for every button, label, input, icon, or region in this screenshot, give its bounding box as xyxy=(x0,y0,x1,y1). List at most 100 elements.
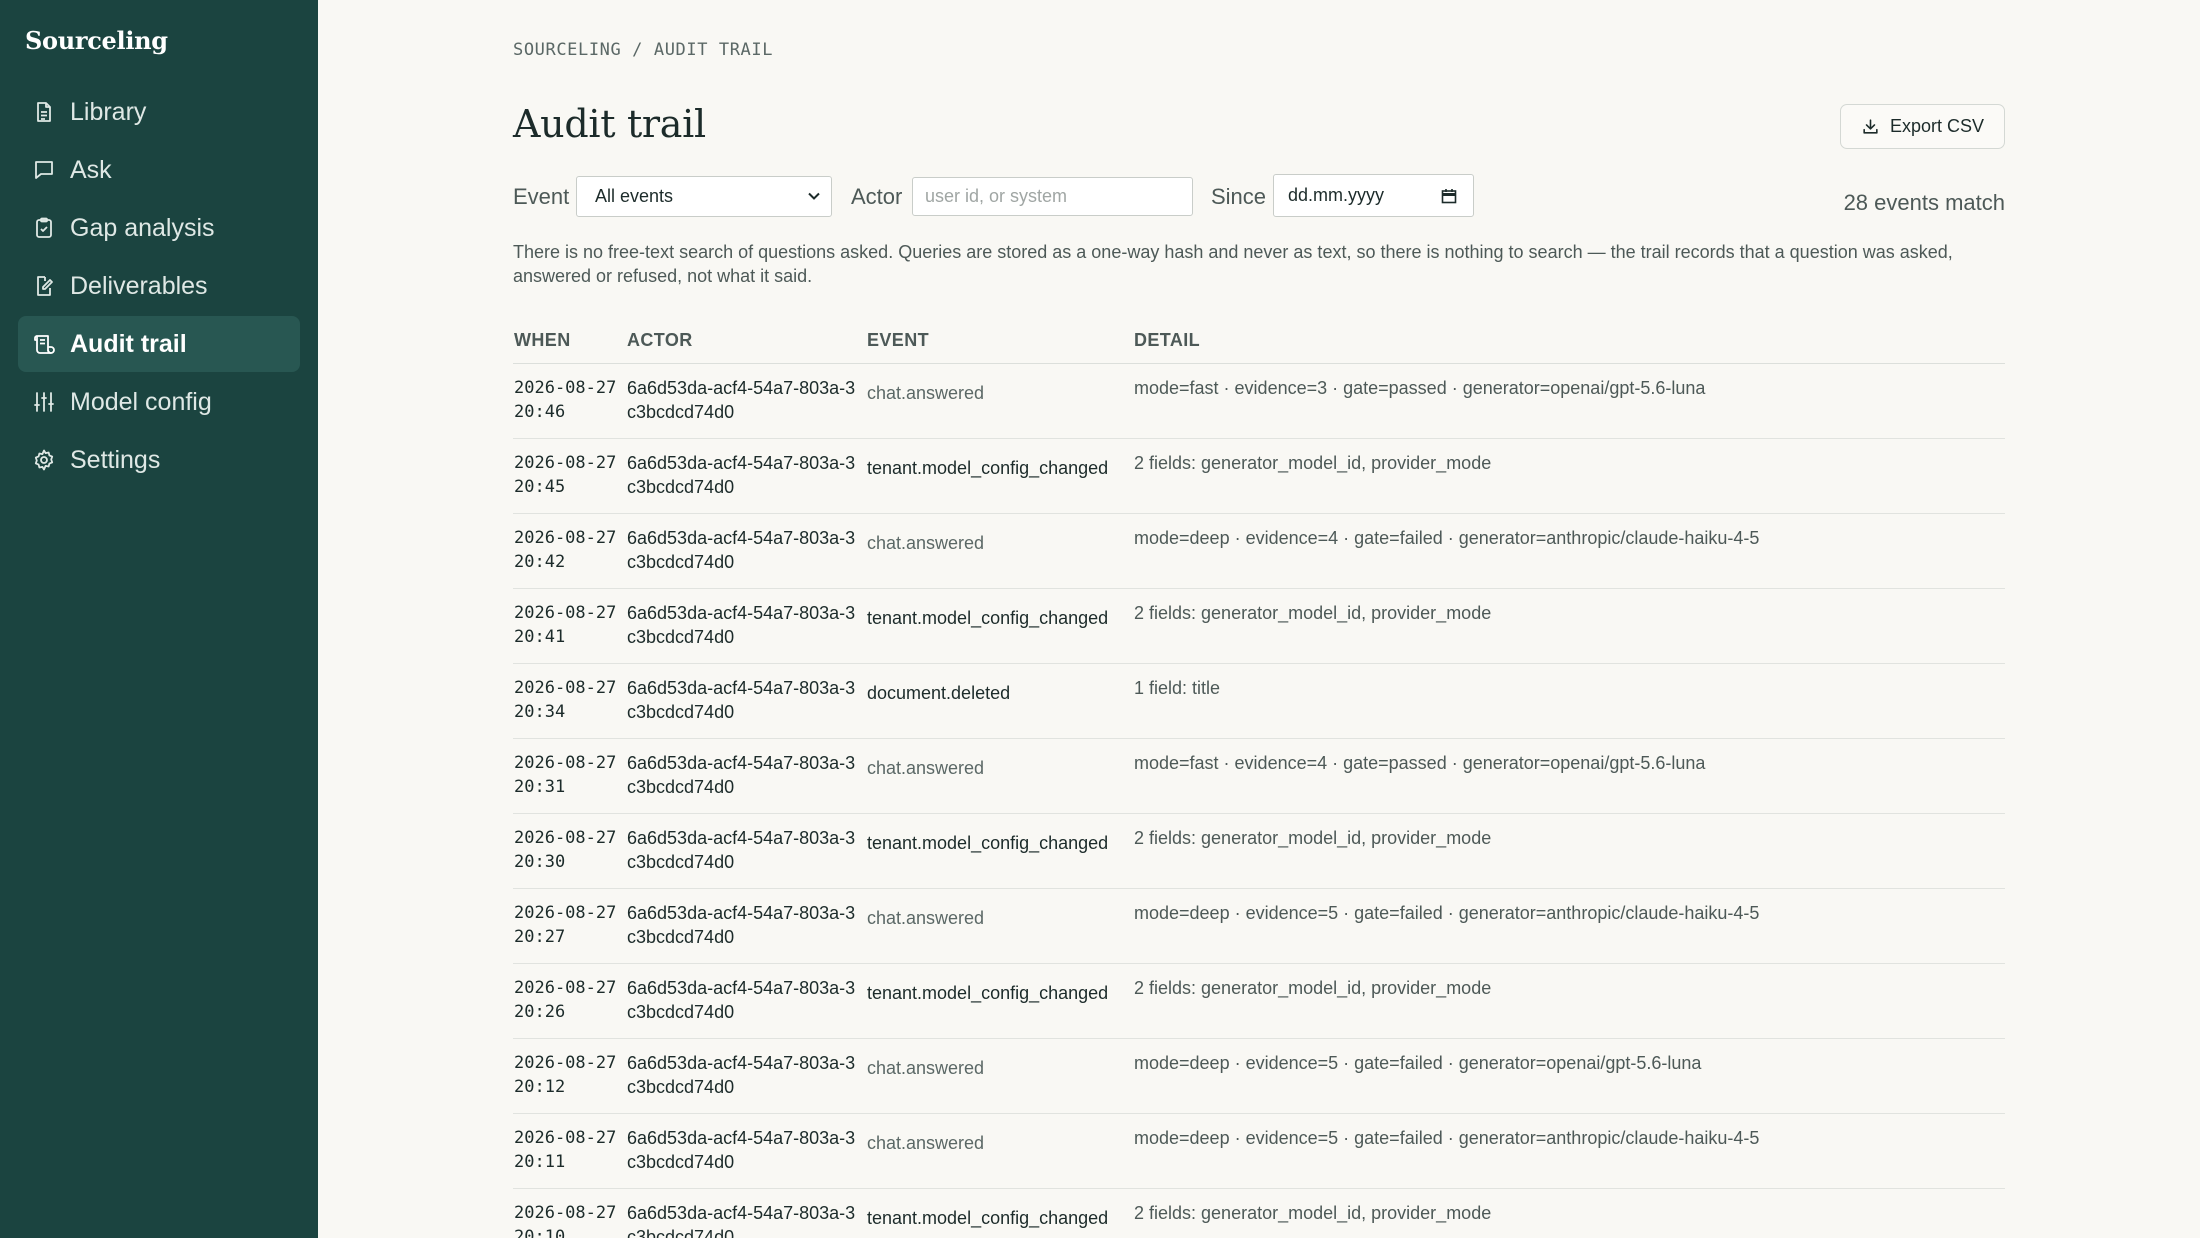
row-event: tenant.model_config_changed xyxy=(867,458,1109,478)
event-filter-label: Event xyxy=(513,184,570,209)
row-actor: 6a6d53da-acf4-54a7-803a-3c3bcdcd74d0 xyxy=(627,753,856,797)
table-row[interactable]: 2026-08-27 20:34 6a6d53da-acf4-54a7-803a-… xyxy=(513,664,2005,739)
row-detail: 2 fields: generator_model_id, provider_m… xyxy=(1134,828,1492,848)
download-icon xyxy=(1863,119,1878,134)
table-row[interactable]: 2026-08-27 20:27 6a6d53da-acf4-54a7-803a-… xyxy=(513,889,2005,964)
export-csv-button[interactable]: Export CSV xyxy=(1840,104,2005,149)
row-event: chat.answered xyxy=(867,1058,985,1078)
column-header-actor: ACTOR xyxy=(627,330,693,350)
row-detail: 2 fields: generator_model_id, provider_m… xyxy=(1134,603,1492,623)
since-date-value: dd.mm.yyyy xyxy=(1288,185,1385,205)
column-header-when: WHEN xyxy=(514,330,571,350)
match-count: 28 events match xyxy=(1843,190,2005,215)
row-actor: 6a6d53da-acf4-54a7-803a-3c3bcdcd74d0 xyxy=(627,978,856,1022)
row-when: 2026-08-27 20:10 xyxy=(514,1203,617,1238)
row-when: 2026-08-27 20:34 xyxy=(514,678,617,722)
page-title: Audit trail xyxy=(513,102,706,146)
table-row[interactable]: 2026-08-27 20:46 6a6d53da-acf4-54a7-803a-… xyxy=(513,364,2005,439)
sidebar-item-gap-analysis[interactable]: Gap analysis xyxy=(18,200,300,256)
row-when: 2026-08-27 20:31 xyxy=(514,753,617,797)
actor-filter-label: Actor xyxy=(851,184,903,209)
sidebar-item-deliverables[interactable]: Deliverables xyxy=(18,258,300,314)
row-actor: 6a6d53da-acf4-54a7-803a-3c3bcdcd74d0 xyxy=(627,378,856,422)
brand-logo[interactable]: Sourceling xyxy=(25,26,168,55)
sidebar-item-settings[interactable]: Settings xyxy=(18,432,300,488)
table-row[interactable]: 2026-08-27 20:26 6a6d53da-acf4-54a7-803a-… xyxy=(513,964,2005,1039)
event-filter-select[interactable]: All events xyxy=(576,176,832,217)
table-header: WHEN ACTOR EVENT DETAIL xyxy=(513,322,2005,364)
scroll-icon xyxy=(34,335,55,354)
table-row[interactable]: 2026-08-27 20:41 6a6d53da-acf4-54a7-803a-… xyxy=(513,589,2005,664)
sidebar-item-library[interactable]: Library xyxy=(18,84,300,140)
sidebar-nav: Library Ask Gap analysis Deliverables Au… xyxy=(18,84,300,490)
sidebar-item-label: Library xyxy=(70,97,147,126)
row-when: 2026-08-27 20:42 xyxy=(514,528,617,572)
sidebar-item-label: Audit trail xyxy=(70,329,187,358)
row-event: chat.answered xyxy=(867,533,985,553)
row-detail: 2 fields: generator_model_id, provider_m… xyxy=(1134,1203,1492,1223)
row-event: tenant.model_config_changed xyxy=(867,608,1109,628)
row-when: 2026-08-27 20:12 xyxy=(514,1053,617,1097)
sidebar: Sourceling Library Ask Gap analysis Deli… xyxy=(0,0,318,1238)
column-header-detail: DETAIL xyxy=(1134,330,1201,350)
actor-filter-input[interactable] xyxy=(912,177,1193,216)
sidebar-item-ask[interactable]: Ask xyxy=(18,142,300,198)
event-filter-value: All events xyxy=(595,186,674,206)
calendar-icon[interactable] xyxy=(1441,188,1457,204)
row-actor: 6a6d53da-acf4-54a7-803a-3c3bcdcd74d0 xyxy=(627,1053,856,1097)
sidebar-item-model-config[interactable]: Model config xyxy=(18,374,300,430)
row-detail: 2 fields: generator_model_id, provider_m… xyxy=(1134,453,1492,473)
since-date-input[interactable]: dd.mm.yyyy xyxy=(1273,174,1474,217)
sidebar-item-label: Deliverables xyxy=(70,271,208,300)
row-event: tenant.model_config_changed xyxy=(867,983,1109,1003)
table-row[interactable]: 2026-08-27 20:30 6a6d53da-acf4-54a7-803a-… xyxy=(513,814,2005,889)
row-detail: mode=deep · evidence=4 · gate=failed · g… xyxy=(1134,528,1760,548)
row-when: 2026-08-27 20:45 xyxy=(514,453,617,497)
row-actor: 6a6d53da-acf4-54a7-803a-3c3bcdcd74d0 xyxy=(627,1203,856,1238)
row-when: 2026-08-27 20:46 xyxy=(514,378,617,422)
row-when: 2026-08-27 20:30 xyxy=(514,828,617,872)
row-actor: 6a6d53da-acf4-54a7-803a-3c3bcdcd74d0 xyxy=(627,678,856,722)
filter-bar: Event All events Actor Since dd.mm.yyyy … xyxy=(513,174,2005,218)
row-actor: 6a6d53da-acf4-54a7-803a-3c3bcdcd74d0 xyxy=(627,828,856,872)
row-when: 2026-08-27 20:41 xyxy=(514,603,617,647)
sidebar-item-label: Gap analysis xyxy=(70,213,215,242)
breadcrumb[interactable]: SOURCELING / AUDIT TRAIL xyxy=(513,40,773,60)
document-edit-icon xyxy=(37,276,53,296)
table-row[interactable]: 2026-08-27 20:12 6a6d53da-acf4-54a7-803a-… xyxy=(513,1039,2005,1114)
row-event: tenant.model_config_changed xyxy=(867,1208,1109,1228)
table-row[interactable]: 2026-08-27 20:31 6a6d53da-acf4-54a7-803a-… xyxy=(513,739,2005,814)
chevron-down-icon xyxy=(808,192,820,200)
row-event: chat.answered xyxy=(867,1133,985,1153)
sidebar-item-label: Settings xyxy=(70,445,161,474)
row-event: tenant.model_config_changed xyxy=(867,833,1109,853)
clipboard-check-icon xyxy=(36,217,52,238)
row-actor: 6a6d53da-acf4-54a7-803a-3c3bcdcd74d0 xyxy=(627,903,856,947)
row-detail: mode=fast · evidence=4 · gate=passed · g… xyxy=(1134,753,1706,773)
search-notice: There is no free-text search of question… xyxy=(513,242,1953,286)
row-detail: mode=fast · evidence=3 · gate=passed · g… xyxy=(1134,378,1706,398)
row-event: chat.answered xyxy=(867,908,985,928)
gear-icon xyxy=(34,449,54,471)
sidebar-item-audit-trail[interactable]: Audit trail xyxy=(18,316,300,372)
row-when: 2026-08-27 20:26 xyxy=(514,978,617,1022)
row-detail: mode=deep · evidence=5 · gate=failed · g… xyxy=(1134,1128,1760,1148)
since-filter-label: Since xyxy=(1211,184,1267,209)
table-row[interactable]: 2026-08-27 20:45 6a6d53da-acf4-54a7-803a-… xyxy=(513,439,2005,514)
sidebar-item-label: Ask xyxy=(70,155,112,184)
table-row[interactable]: 2026-08-27 20:10 6a6d53da-acf4-54a7-803a-… xyxy=(513,1189,2005,1238)
chat-bubble-icon xyxy=(35,161,53,179)
row-actor: 6a6d53da-acf4-54a7-803a-3c3bcdcd74d0 xyxy=(627,1128,856,1172)
row-detail: mode=deep · evidence=5 · gate=failed · g… xyxy=(1134,1053,1702,1073)
table-row[interactable]: 2026-08-27 20:11 6a6d53da-acf4-54a7-803a-… xyxy=(513,1114,2005,1189)
table-body: 2026-08-27 20:46 6a6d53da-acf4-54a7-803a-… xyxy=(513,364,2005,1238)
row-detail: mode=deep · evidence=5 · gate=failed · g… xyxy=(1134,903,1760,923)
document-icon xyxy=(37,102,51,122)
table-row[interactable]: 2026-08-27 20:42 6a6d53da-acf4-54a7-803a-… xyxy=(513,514,2005,589)
row-actor: 6a6d53da-acf4-54a7-803a-3c3bcdcd74d0 xyxy=(627,528,856,572)
audit-table: WHEN ACTOR EVENT DETAIL 2026-08-27 20:46… xyxy=(513,322,2005,1238)
row-detail: 1 field: title xyxy=(1134,678,1221,698)
row-when: 2026-08-27 20:27 xyxy=(514,903,617,947)
sliders-icon xyxy=(34,392,54,412)
row-event: chat.answered xyxy=(867,758,985,778)
